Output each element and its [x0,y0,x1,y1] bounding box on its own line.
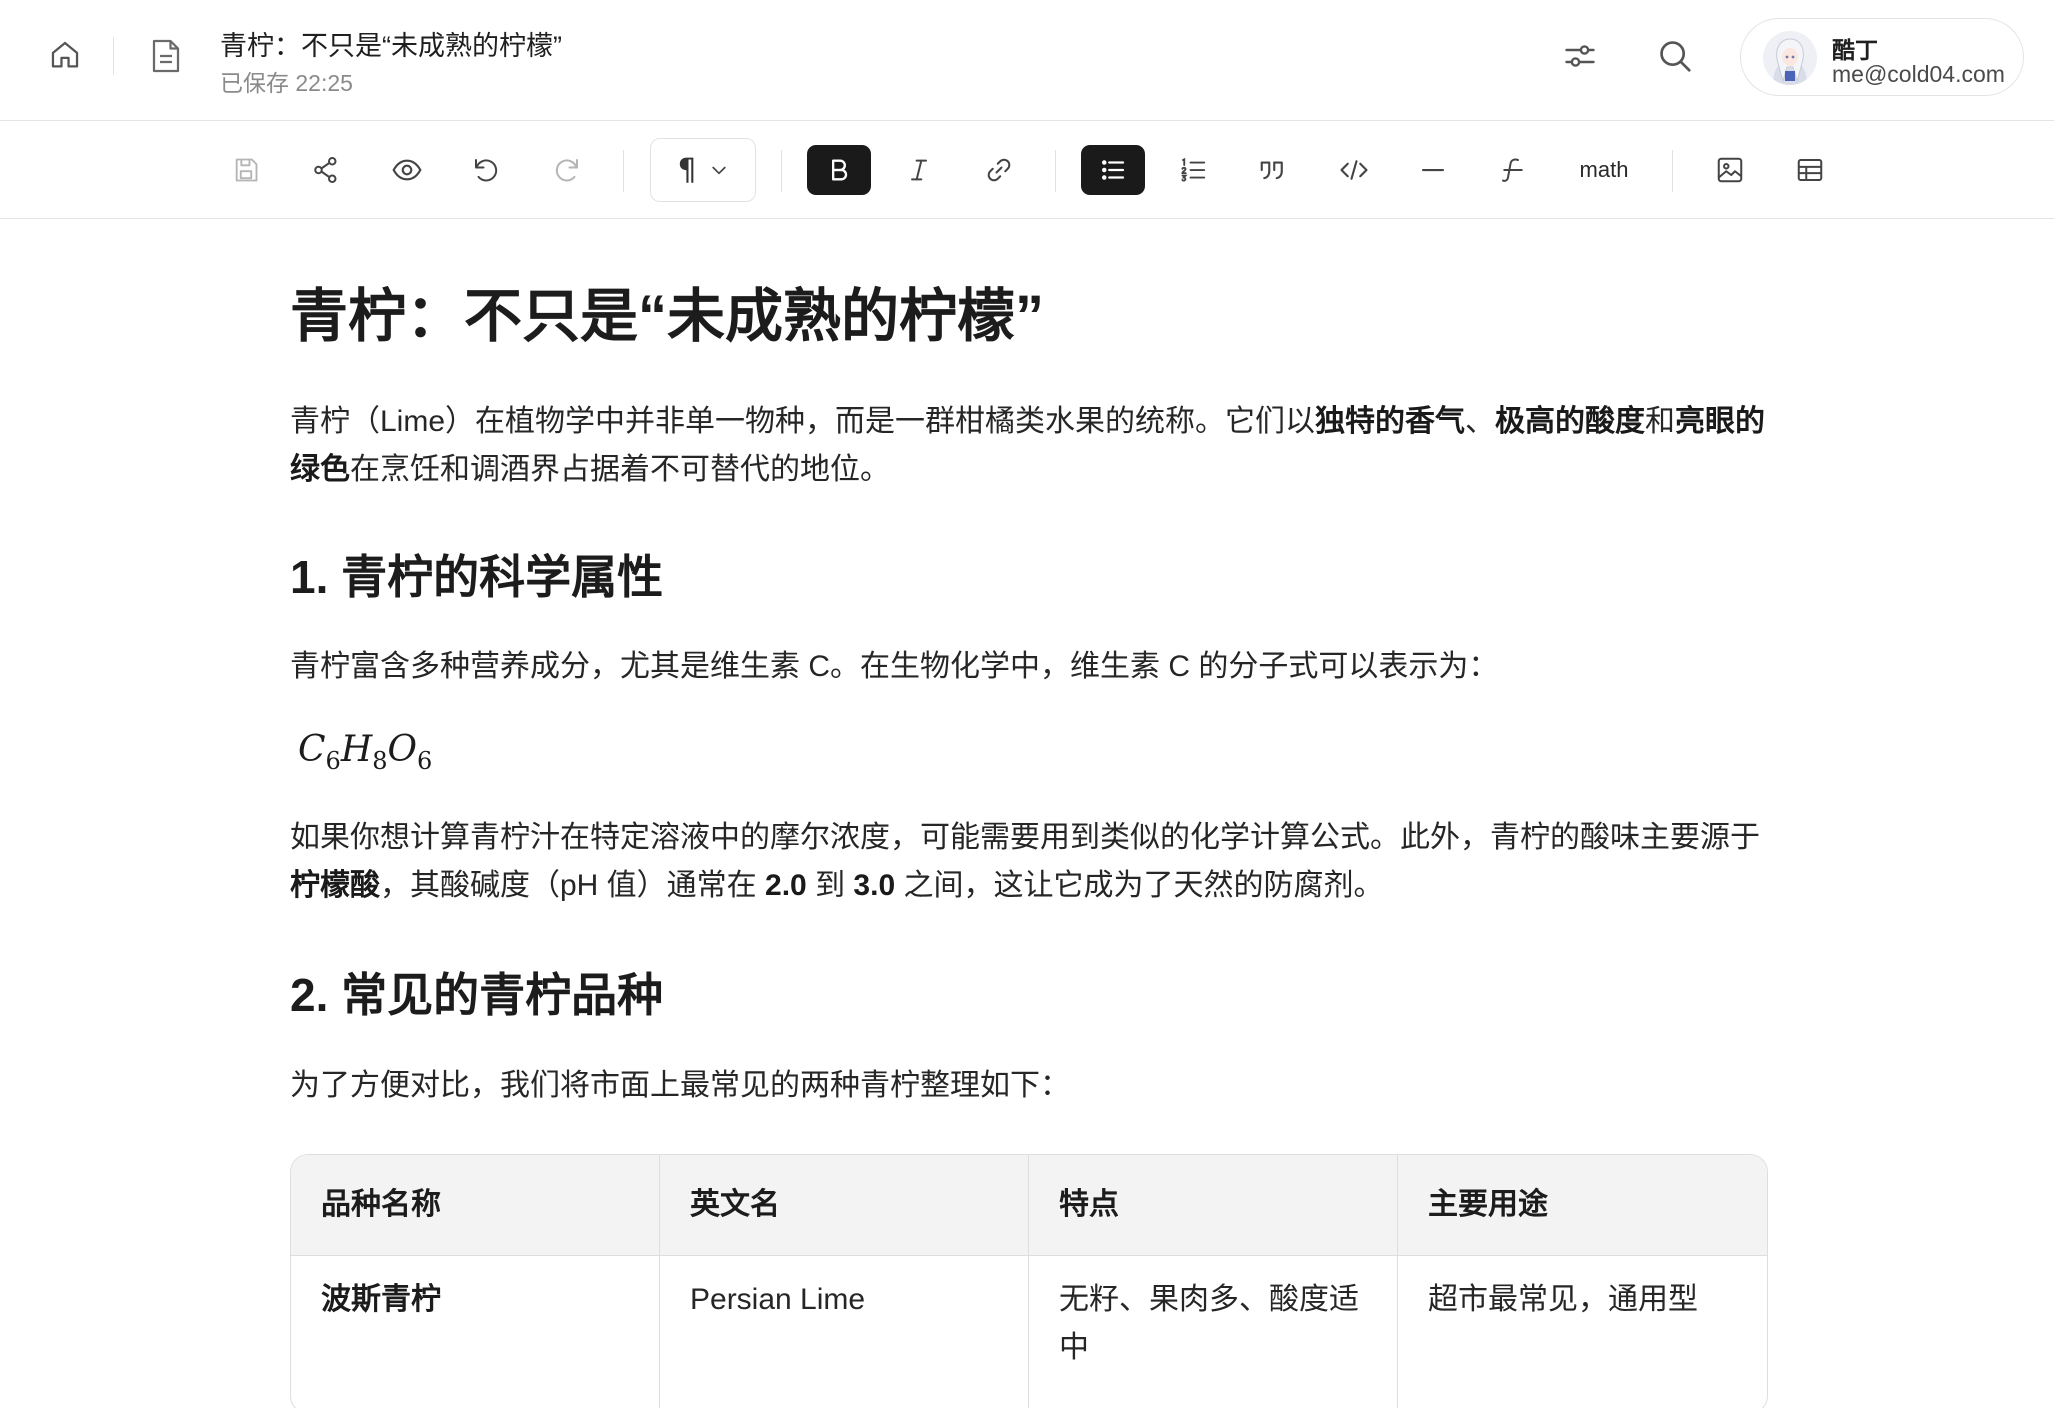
document-icon [148,36,184,76]
toolbar-divider [623,150,624,192]
math-formula[interactable]: C6H8O6 [298,729,432,775]
comparison-table[interactable]: 品种名称 英文名 特点 主要用途 波斯青柠 Persian Lime 无籽、果肉… [290,1154,1768,1408]
preview-icon [392,159,422,181]
strikethrough-icon [1502,158,1523,182]
table-header-cell[interactable]: 主要用途 [1398,1155,1767,1255]
share-icon [314,157,337,183]
search-icon [1660,41,1691,72]
section1-paragraph: 青柠富含多种营养成分，尤其是维生素 C。在生物化学中，维生素 C 的分子式可以表… [290,650,1499,683]
toolbar-divider [781,150,782,192]
table-cell[interactable]: Persian Lime [660,1256,1029,1408]
toolbar-divider [1055,150,1056,192]
bullet-list-icon [1101,160,1125,180]
paragraph-style-select[interactable]: ¶ [650,138,756,202]
section1-paragraph-2: 如果你想计算青柠汁在特定溶液中的摩尔浓度，可能需要用到类似的化学计算公式。此外，… [290,821,1760,902]
table-row: 波斯青柠 Persian Lime 无籽、果肉多、酸度适中 超市最常见，通用型 [291,1256,1767,1408]
search-button[interactable] [1653,34,1697,78]
table-header-cell[interactable]: 特点 [1029,1155,1398,1255]
user-name: 酷丁 [1832,37,1878,63]
home-icon [51,41,79,68]
code-icon [1340,160,1368,180]
user-profile-chip[interactable]: 酷丁 me@cold04.com [1740,18,2024,96]
toolbar-divider [1672,150,1673,192]
image-icon [1717,157,1743,183]
bullet-list-button[interactable] [1081,145,1145,195]
italic-button[interactable] [887,145,951,195]
section2-paragraph: 为了方便对比，我们将市面上最常见的两种青柠整理如下： [290,1069,1070,1102]
italic-icon [911,159,927,181]
preview-button[interactable] [375,145,439,195]
save-icon [235,158,258,182]
horizontal-rule-button[interactable] [1401,145,1465,195]
save-status: 已保存 22:25 [220,70,353,96]
link-icon [987,158,1011,182]
redo-button[interactable] [535,145,599,195]
undo-button[interactable] [454,145,518,195]
section-heading: 1. 青柠的科学属性 [290,551,664,603]
ordered-list-button[interactable] [1161,145,1225,195]
table-cell[interactable]: 无籽、果肉多、酸度适中 [1029,1256,1398,1408]
paragraph-icon: ¶ [677,152,697,188]
insert-table-button[interactable] [1778,145,1842,195]
home-button[interactable] [44,34,86,76]
top-header: 青柠：不只是“未成熟的柠檬” 已保存 22:25 酷丁 me@cold04.co… [0,0,2054,121]
insert-image-button[interactable] [1698,145,1762,195]
table-cell[interactable]: 波斯青柠 [291,1256,660,1408]
blockquote-button[interactable] [1241,145,1305,195]
bold-icon [832,159,848,181]
bold-button[interactable] [807,145,871,195]
code-button[interactable] [1322,145,1386,195]
share-button[interactable] [294,145,358,195]
chevron-down-icon [711,166,726,175]
undo-icon [475,159,498,182]
intro-paragraph: 青柠（Lime）在植物学中并非单一物种，而是一群柑橘类水果的统称。它们以独特的香… [290,405,1766,486]
ordered-list-icon [1181,157,1206,182]
link-button[interactable] [967,145,1031,195]
editor-toolbar: ¶ math [0,121,2054,219]
sliders-icon [1565,45,1595,67]
strikethrough-button[interactable] [1481,145,1545,195]
math-button[interactable]: math [1562,145,1646,195]
header-divider [113,37,114,75]
section-heading: 2. 常见的青柠品种 [290,969,664,1021]
avatar [1763,31,1817,85]
user-email: me@cold04.com [1832,61,2005,87]
table-header-cell[interactable]: 英文名 [660,1155,1029,1255]
redo-icon [555,159,578,182]
settings-button[interactable] [1558,34,1602,78]
table-icon [1797,159,1823,181]
horizontal-rule-icon [1421,168,1445,172]
table-header-row: 品种名称 英文名 特点 主要用途 [291,1155,1767,1256]
quote-icon [1260,161,1283,180]
save-button[interactable] [214,145,278,195]
table-header-cell[interactable]: 品种名称 [291,1155,660,1255]
document-title[interactable]: 青柠：不只是“未成熟的柠檬” [220,24,562,63]
table-cell[interactable]: 超市最常见，通用型 [1398,1256,1767,1408]
article-title: 青柠：不只是“未成熟的柠檬” [290,284,1045,349]
